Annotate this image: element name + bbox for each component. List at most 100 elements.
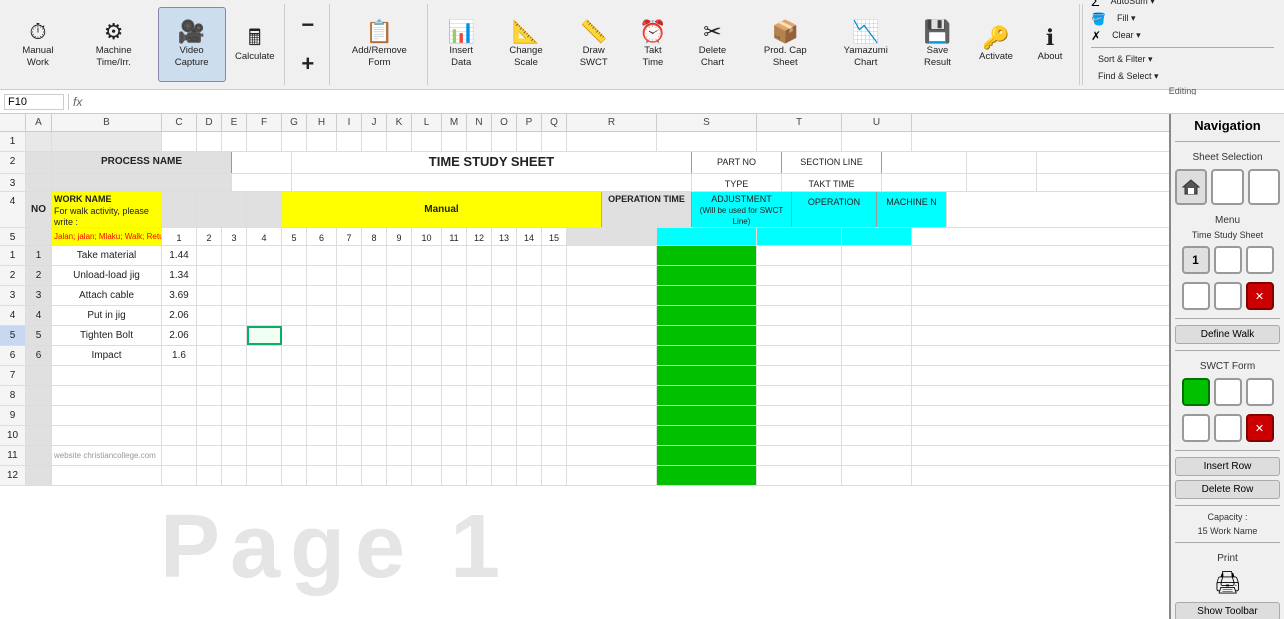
cell-B-r9[interactable] (52, 406, 162, 425)
cell-O-r4[interactable] (492, 306, 517, 325)
cell-Q-r9[interactable] (542, 406, 567, 425)
cell-C-r10[interactable] (162, 426, 197, 445)
cell-J1[interactable] (362, 132, 387, 151)
cell-A-r6[interactable]: 6 (26, 346, 52, 365)
cell-J-r4[interactable] (362, 306, 387, 325)
cell-I-r2[interactable] (337, 266, 362, 285)
cell-K-r10[interactable] (387, 426, 412, 445)
yamazumi-chart-button[interactable]: 📉 Yamazumi Chart (828, 7, 904, 82)
cell-D-r6[interactable] (197, 346, 222, 365)
cell-T-r9[interactable] (757, 406, 842, 425)
cell-J-r11[interactable] (362, 446, 387, 465)
autosum-button[interactable]: AutoSum ▾ (1104, 0, 1162, 9)
cell-E-r11[interactable] (222, 446, 247, 465)
cell-J-r5[interactable] (362, 326, 387, 345)
cell-D4[interactable] (197, 192, 222, 227)
cell-R-r6[interactable] (567, 346, 657, 365)
cell-C-r1[interactable]: 1.44 (162, 246, 197, 265)
minus-button[interactable]: − (290, 8, 326, 43)
cell-P1[interactable] (517, 132, 542, 151)
cell-P-r2[interactable] (517, 266, 542, 285)
cell-C-r9[interactable] (162, 406, 197, 425)
cell-G-r11[interactable] (282, 446, 307, 465)
cell-U4-machine[interactable]: MACHINE N (877, 192, 947, 227)
cell-N-r9[interactable] (467, 406, 492, 425)
cell-K-r8[interactable] (387, 386, 412, 405)
cell-A-r11[interactable] (26, 446, 52, 465)
machine-time-button[interactable]: ⚙ Machine Time/Irr. (74, 7, 154, 82)
cell-R-r2[interactable] (567, 266, 657, 285)
cell-O-r3[interactable] (492, 286, 517, 305)
cell-E-r10[interactable] (222, 426, 247, 445)
cell-A-r5[interactable]: 5 (26, 326, 52, 345)
cell-G-r12[interactable] (282, 466, 307, 485)
cell-O-r11[interactable] (492, 446, 517, 465)
cell-H1[interactable] (307, 132, 337, 151)
cell-N-r4[interactable] (467, 306, 492, 325)
cell-C-r5[interactable]: 2.06 (162, 326, 197, 345)
cell-C-r6[interactable]: 1.6 (162, 346, 197, 365)
cell-N-r3[interactable] (467, 286, 492, 305)
cell-A-r8[interactable] (26, 386, 52, 405)
cell-T-r7[interactable] (757, 366, 842, 385)
cell-F-r6[interactable] (247, 346, 282, 365)
define-walk-button[interactable]: Define Walk (1175, 325, 1280, 344)
cell-Q-r11[interactable] (542, 446, 567, 465)
activate-button[interactable]: 🔑 Activate (971, 7, 1021, 82)
cell-E4[interactable] (222, 192, 247, 227)
swct-b4[interactable] (1182, 414, 1210, 442)
cell-O-r2[interactable] (492, 266, 517, 285)
cell-B-r6[interactable]: Impact (52, 346, 162, 365)
cell-S3[interactable]: TAKT TIME (782, 174, 882, 191)
cell-H4-manual[interactable]: Manual (282, 192, 602, 227)
cell-S-r11[interactable] (657, 446, 757, 465)
cell-S-r7[interactable] (657, 366, 757, 385)
cell-L-r8[interactable] (412, 386, 442, 405)
cell-F-r11[interactable] (247, 446, 282, 465)
cell-Q-r2[interactable] (542, 266, 567, 285)
cell-U1[interactable] (842, 132, 912, 151)
calculate-button[interactable]: 🖩 Calculate (230, 7, 280, 82)
cell-O5[interactable]: 13 (492, 228, 517, 245)
cell-U2[interactable] (967, 152, 1037, 173)
cell-T3[interactable] (882, 174, 967, 191)
cell-D1[interactable] (197, 132, 222, 151)
cell-B-r8[interactable] (52, 386, 162, 405)
clear-button[interactable]: Clear ▾ (1105, 28, 1148, 43)
cell-S1[interactable] (657, 132, 757, 151)
cell-R-r5[interactable] (567, 326, 657, 345)
cell-J-r9[interactable] (362, 406, 387, 425)
cell-M-r11[interactable] (442, 446, 467, 465)
cell-G-r1[interactable] (282, 246, 307, 265)
cell-E-r6[interactable] (222, 346, 247, 365)
cell-L-r6[interactable] (412, 346, 442, 365)
cell-I-r4[interactable] (337, 306, 362, 325)
cell-T-r12[interactable] (757, 466, 842, 485)
cell-O-r6[interactable] (492, 346, 517, 365)
cell-D-r2[interactable] (197, 266, 222, 285)
cell-T-r8[interactable] (757, 386, 842, 405)
cell-O1[interactable] (492, 132, 517, 151)
cell-I-r8[interactable] (337, 386, 362, 405)
cell-C-r4[interactable]: 2.06 (162, 306, 197, 325)
cell-R-r10[interactable] (567, 426, 657, 445)
cell-F-r7[interactable] (247, 366, 282, 385)
cell-F4[interactable] (247, 192, 282, 227)
delete-chart-button[interactable]: ✂ Delete Chart (682, 7, 743, 82)
cell-S-r3[interactable] (657, 286, 757, 305)
cell-C-r3[interactable]: 3.69 (162, 286, 197, 305)
cell-L-r10[interactable] (412, 426, 442, 445)
cell-A-r9[interactable] (26, 406, 52, 425)
draw-swct-button[interactable]: 📏 Draw SWCT (563, 7, 624, 82)
cell-S-r5[interactable] (657, 326, 757, 345)
cell-K-r12[interactable] (387, 466, 412, 485)
cell-K5[interactable]: 9 (387, 228, 412, 245)
cell-A-r3[interactable]: 3 (26, 286, 52, 305)
cell-N-r10[interactable] (467, 426, 492, 445)
cell-F5[interactable]: 4 (247, 228, 282, 245)
cell-I-r7[interactable] (337, 366, 362, 385)
cell-H-r5[interactable] (307, 326, 337, 345)
cell-A2[interactable] (26, 152, 52, 173)
swct-b5[interactable] (1214, 414, 1242, 442)
cell-S-r6[interactable] (657, 346, 757, 365)
